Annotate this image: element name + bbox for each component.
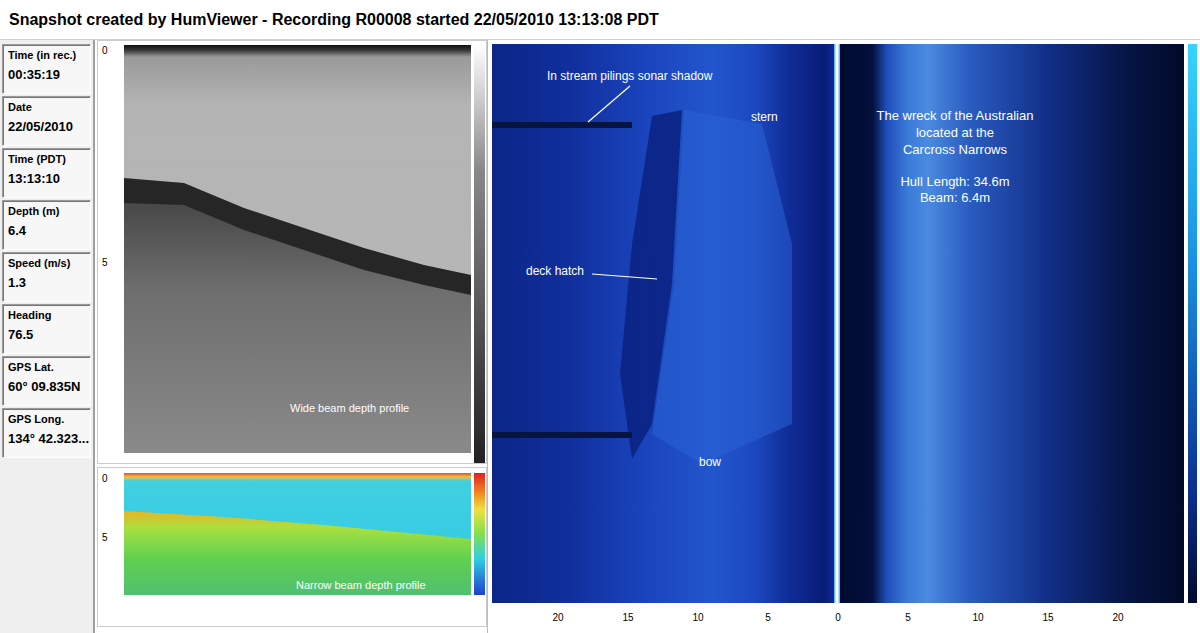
seabed-shape (124, 45, 471, 453)
readout-label: Depth (m) (8, 205, 86, 217)
side-scan-panel: In stream pilings sonar shadow stern deck … (492, 40, 1200, 633)
sonar-annotation: stern (751, 110, 778, 124)
readout-value: 60° 09.835N (8, 379, 86, 394)
readout-value: 76.5 (8, 327, 86, 342)
depth-tick: 5 (102, 532, 108, 543)
readout-box: Speed (m/s) 1.3 (2, 252, 91, 302)
readout-box: Date 22/05/2010 (2, 96, 91, 146)
annotation-pointers (492, 44, 1184, 603)
wide-beam-color-scale (474, 45, 485, 463)
annotation-line: stern (751, 110, 778, 124)
depth-profile-panel: 05Wide beam depth profile05Narrow beam d… (95, 40, 488, 633)
range-tick: 5 (733, 612, 803, 623)
wide-beam-ticks: 05 (98, 45, 124, 463)
sonar-annotation: The wreck of the Australianlocated at th… (847, 107, 1063, 158)
wide-beam-image: Wide beam depth profile (124, 45, 471, 453)
range-tick: 5 (873, 612, 943, 623)
readout-box: GPS Long. 134° 42.323... (2, 408, 91, 458)
readout-value: 22/05/2010 (8, 119, 86, 134)
annotation-line: In stream pilings sonar shadow (547, 69, 712, 83)
narrow-beam-ticks: 05 (98, 473, 124, 626)
readout-label: GPS Long. (8, 413, 86, 425)
narrow-beam-color-scale (474, 473, 485, 595)
readout-value: 00:35:19 (8, 67, 86, 82)
readout-label: Speed (m/s) (8, 257, 86, 269)
sonar-annotation: In stream pilings sonar shadow (547, 69, 712, 83)
center-track-line (834, 44, 840, 603)
narrow-beam-label: Narrow beam depth profile (296, 579, 426, 591)
readout-value: 6.4 (8, 223, 86, 238)
side-scan-axis: 201510505101520 (492, 603, 1184, 623)
sonar-annotation: Hull Length: 34.6mBeam: 6.4m (847, 174, 1063, 206)
window-title: Snapshot created by HumViewer - Recordin… (0, 0, 1200, 40)
wide-beam-panel: 05Wide beam depth profile (97, 40, 487, 464)
side-scan-color-scale (1188, 44, 1197, 603)
readout-label: Time (PDT) (8, 153, 86, 165)
piling-shadow (492, 122, 632, 128)
readout-panel: Time (in rec.) 00:35:19 Date 22/05/2010 Time… (0, 40, 95, 633)
depth-tick: 0 (102, 473, 108, 484)
sonar-annotation: bow (699, 455, 721, 469)
narrow-beam-panel: 05Narrow beam depth profile (97, 467, 487, 627)
readout-value: 13:13:10 (8, 171, 86, 186)
annotation-line: Beam: 6.4m (847, 190, 1063, 206)
readout-value: 134° 42.323... (8, 431, 86, 446)
readout-box: Time (in rec.) 00:35:19 (2, 44, 91, 94)
range-tick: 10 (943, 612, 1013, 623)
annotation-line: Carcross Narrows (847, 141, 1063, 158)
readout-label: GPS Lat. (8, 361, 86, 373)
readout-label: Heading (8, 309, 86, 321)
narrow-beam-bottom (124, 473, 471, 595)
range-tick: 15 (593, 612, 663, 623)
readout-box: Depth (m) 6.4 (2, 200, 91, 250)
range-tick: 10 (663, 612, 733, 623)
readout-label: Date (8, 101, 86, 113)
range-tick: 20 (523, 612, 593, 623)
range-tick: 20 (1083, 612, 1153, 623)
side-scan-image: In stream pilings sonar shadow stern deck … (492, 44, 1184, 603)
readout-label: Time (in rec.) (8, 49, 86, 61)
annotation-line: bow (699, 455, 721, 469)
range-tick: 15 (1013, 612, 1083, 623)
readout-box: Heading 76.5 (2, 304, 91, 354)
annotation-line: deck hatch (526, 264, 584, 278)
annotation-line: located at the (847, 124, 1063, 141)
annotation-line: Hull Length: 34.6m (847, 174, 1063, 190)
readout-box: GPS Lat. 60° 09.835N (2, 356, 91, 406)
depth-tick: 0 (102, 45, 108, 56)
annotation-line: The wreck of the Australian (847, 107, 1063, 124)
narrow-beam-image: Narrow beam depth profile (124, 473, 471, 595)
piling-shadow (492, 432, 632, 438)
wide-beam-label: Wide beam depth profile (290, 402, 409, 414)
sonar-annotation: deck hatch (526, 264, 584, 278)
depth-tick: 5 (102, 257, 108, 268)
readout-value: 1.3 (8, 275, 86, 290)
range-tick: 0 (803, 612, 873, 623)
readout-box: Time (PDT) 13:13:10 (2, 148, 91, 198)
